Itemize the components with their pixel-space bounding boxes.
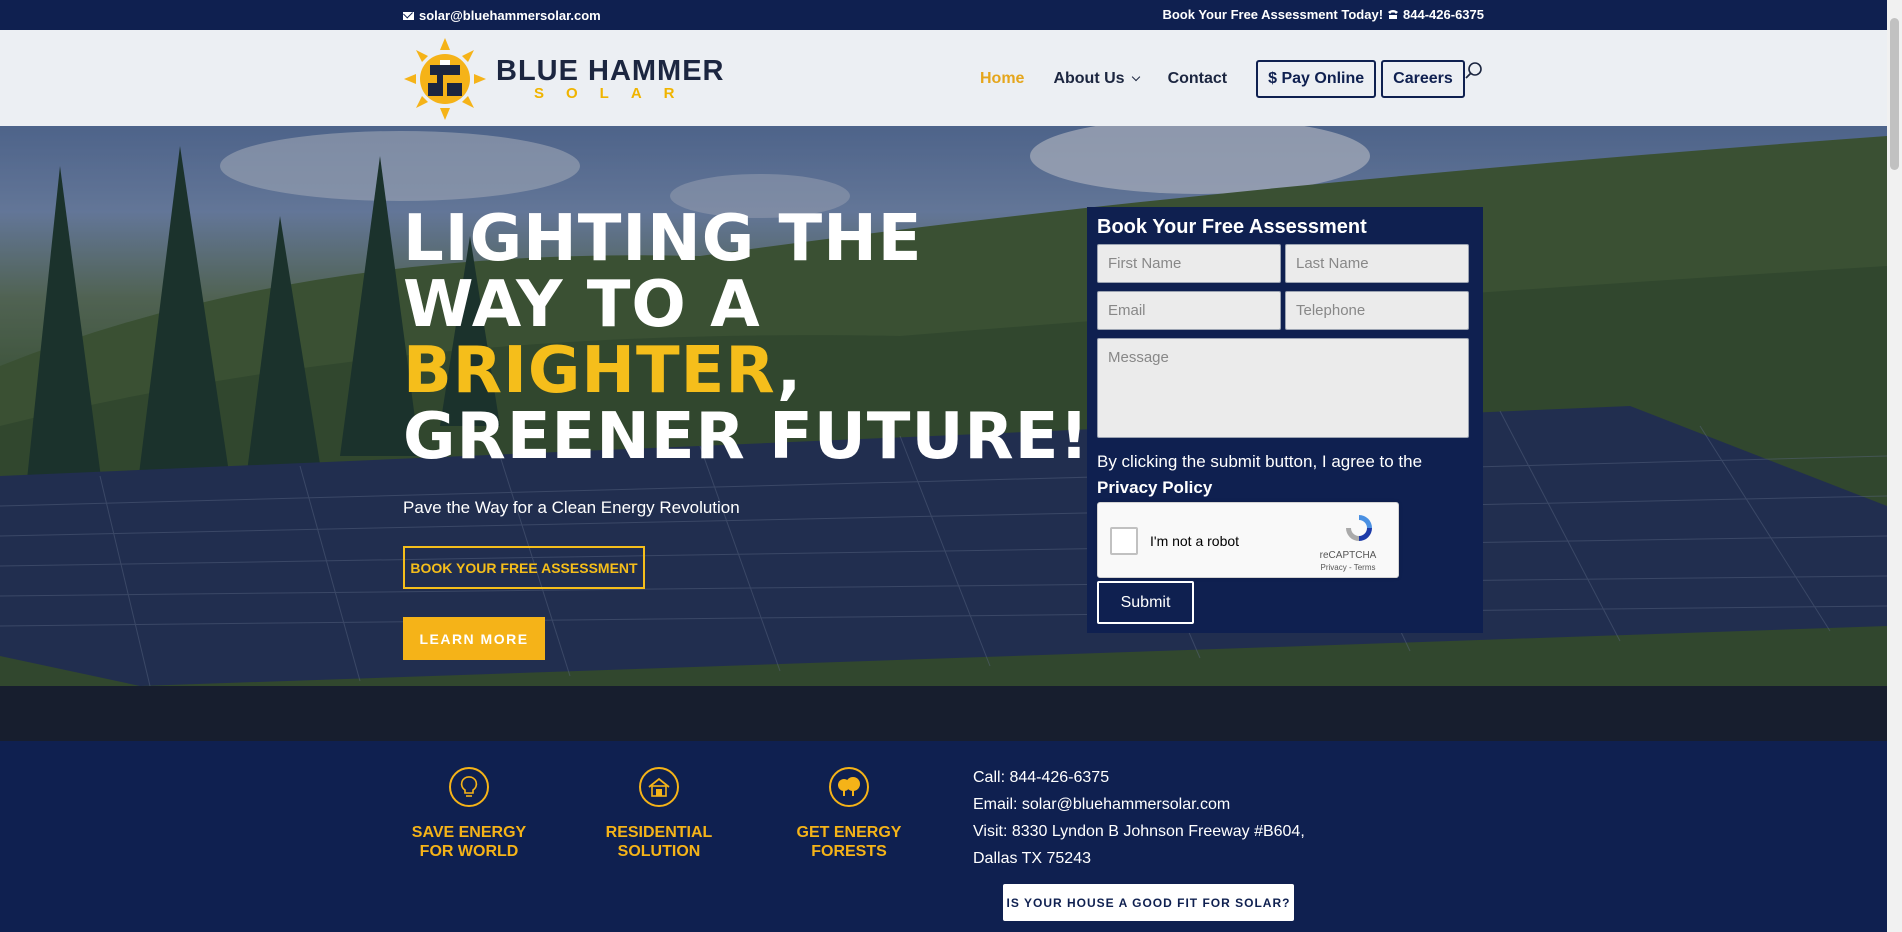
logo-wordmark: BLUE HAMMER SOLAR	[496, 56, 725, 102]
feature-line-2: FOR WORLD	[419, 843, 519, 860]
nav-contact[interactable]: Contact	[1168, 70, 1228, 88]
phone-icon	[1388, 10, 1399, 19]
recaptcha-widget: I'm not a robot reCAPTCHA Privacy - Term…	[1097, 502, 1399, 578]
feature-save-energy: SAVE ENERGY FOR WORLD	[404, 767, 534, 861]
form-row-contact: Email Telephone	[1097, 291, 1473, 330]
first-name-field[interactable]: First Name	[1097, 244, 1281, 283]
hero-section: LIGHTING THE WAY TO A BRIGHTER, GREENER …	[0, 126, 1887, 741]
top-cta: Book Your Free Assessment Today! 844-426…	[1162, 7, 1484, 22]
sun-hammer-logo-icon	[404, 38, 486, 120]
scrollbar-thumb[interactable]	[1890, 18, 1899, 170]
contact-visit-2: Dallas TX 75243	[973, 850, 1091, 867]
book-assessment-button[interactable]: BOOK YOUR FREE ASSESSMENT	[403, 546, 645, 589]
recaptcha-links[interactable]: Privacy - Terms	[1298, 563, 1398, 572]
feature-title: GET ENERGY FORESTS	[784, 823, 914, 861]
nav-about-us[interactable]: About Us	[1053, 70, 1140, 88]
telephone-field[interactable]: Telephone	[1285, 291, 1469, 330]
lightbulb-icon	[449, 767, 489, 807]
search-icon[interactable]	[1464, 61, 1484, 81]
feature-title: RESIDENTIAL SOLUTION	[594, 823, 724, 861]
tree-icon	[829, 767, 869, 807]
top-cta-text: Book Your Free Assessment Today!	[1162, 7, 1384, 22]
recaptcha-checkbox[interactable]	[1110, 527, 1138, 555]
contact-call[interactable]: Call: 844-426-6375	[973, 764, 1305, 791]
feature-title: SAVE ENERGY FOR WORLD	[404, 823, 534, 861]
hero-tagline: Pave the Way for a Clean Energy Revoluti…	[403, 498, 740, 517]
form-row-name: First Name Last Name	[1097, 244, 1473, 283]
feature-line-2: FORESTS	[811, 843, 887, 860]
feature-line-1: RESIDENTIAL	[605, 824, 713, 841]
headline-comma: ,	[776, 334, 803, 408]
recaptcha-brand: reCAPTCHA	[1319, 550, 1377, 561]
careers-button[interactable]: Careers	[1381, 60, 1465, 98]
contact-email[interactable]: Email: solar@bluehammersolar.com	[973, 791, 1305, 818]
chevron-down-icon	[1131, 72, 1140, 82]
feature-residential: RESIDENTIAL SOLUTION	[594, 767, 724, 861]
page-scrollbar[interactable]	[1887, 0, 1902, 932]
house-icon	[639, 767, 679, 807]
headline-highlight: BRIGHTER	[403, 334, 777, 408]
pay-online-button[interactable]: $ Pay Online	[1256, 60, 1377, 98]
site-logo[interactable]: BLUE HAMMER SOLAR	[404, 38, 725, 120]
good-fit-button[interactable]: IS YOUR HOUSE A GOOD FIT FOR SOLAR?	[1003, 884, 1294, 921]
headline-line-1: LIGHTING THE	[403, 202, 923, 276]
nav-home[interactable]: Home	[980, 70, 1024, 88]
contact-info: Call: 844-426-6375 Email: solar@bluehamm…	[973, 764, 1305, 872]
last-name-field[interactable]: Last Name	[1285, 244, 1469, 283]
top-email[interactable]: solar@bluehammersolar.com	[403, 8, 601, 23]
assessment-form: Book Your Free Assessment First Name Las…	[1087, 207, 1483, 633]
contact-visit-1: Visit: 8330 Lyndon B Johnson Freeway #B6…	[973, 823, 1305, 840]
mail-icon	[403, 11, 414, 20]
top-phone[interactable]: 844-426-6375	[1403, 7, 1484, 22]
hero-headline: LIGHTING THE WAY TO A BRIGHTER, GREENER …	[403, 206, 1090, 470]
feature-energy-forests: GET ENERGY FORESTS	[784, 767, 914, 861]
feature-line-1: GET ENERGY	[796, 824, 902, 841]
agree-label: By clicking the submit button, I agree t…	[1097, 452, 1423, 471]
message-field[interactable]: Message	[1097, 338, 1469, 438]
logo-sub: SOLAR	[534, 85, 697, 102]
feature-line-2: SOLUTION	[617, 843, 701, 860]
site-header: BLUE HAMMER SOLAR Home About Us Contact …	[0, 30, 1887, 126]
top-email-text[interactable]: solar@bluehammersolar.com	[419, 8, 601, 23]
form-title: Book Your Free Assessment	[1097, 216, 1367, 238]
recaptcha-label: I'm not a robot	[1150, 533, 1240, 549]
feature-line-1: SAVE ENERGY	[411, 824, 527, 841]
logo-brand: BLUE HAMMER	[496, 55, 725, 87]
main-nav: Home About Us Contact $ Pay Online Caree…	[980, 60, 1470, 98]
top-bar: solar@bluehammersolar.com Book Your Free…	[0, 0, 1887, 30]
email-field[interactable]: Email	[1097, 291, 1281, 330]
features-band: SAVE ENERGY FOR WORLD RESIDENTIAL SOLUTION…	[0, 741, 1887, 932]
headline-line-3: BRIGHTER,	[403, 338, 1090, 404]
submit-button[interactable]: Submit	[1097, 581, 1194, 624]
agree-text: By clicking the submit button, I agree t…	[1097, 449, 1473, 501]
recaptcha-icon	[1346, 515, 1372, 541]
nav-about-label: About Us	[1053, 70, 1125, 87]
headline-line-2: WAY TO A	[403, 268, 761, 342]
headline-line-4: GREENER FUTURE!	[403, 400, 1090, 474]
learn-more-button[interactable]: LEARN MORE	[403, 617, 545, 660]
privacy-policy-link[interactable]: Privacy Policy	[1097, 475, 1473, 501]
